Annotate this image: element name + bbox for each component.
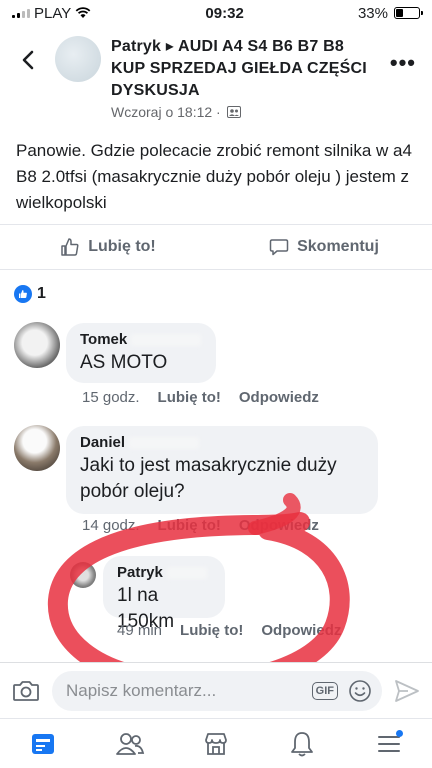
menu-notification-dot [395, 729, 403, 737]
comment-meta: 14 godz. Lubię to! Odpowiedz [82, 517, 319, 534]
gif-button[interactable]: GIF [311, 681, 338, 700]
clock: 09:32 [205, 4, 244, 22]
comment-icon [269, 239, 289, 256]
comment-bubble: Daniel Jaki to jest masakrycznie duży po… [66, 426, 378, 514]
comment-text: AS MOTO [80, 352, 168, 373]
comment-bubble: Patryk 1l na 150km [103, 556, 225, 632]
comment-reply-button[interactable]: Odpowiedz [239, 517, 319, 534]
post-meta: Wczoraj o 18:12 · [111, 104, 241, 120]
reaction-count: 1 [37, 285, 46, 302]
nav-menu[interactable] [369, 724, 409, 764]
comment-composer: Napisz komentarz... GIF [0, 662, 432, 718]
emoji-icon[interactable] [348, 679, 372, 703]
comment-time: 14 godz. [82, 517, 140, 534]
friends-icon [115, 732, 144, 755]
commenter-name[interactable]: Daniel [80, 434, 364, 451]
commenter-name[interactable]: Tomek [80, 331, 202, 348]
post-header: Patryk ▸ AUDI A4 S4 B6 B7 B8 KUP SPRZEDA… [0, 30, 432, 125]
author-avatar[interactable] [55, 36, 101, 82]
nav-friends[interactable] [110, 724, 150, 764]
comment-meta: 49 min Lubię to! Odpowiedz [117, 622, 341, 639]
status-right: 33% [357, 4, 423, 22]
post-body: Panowie. Gdzie polecacie zrobić remont s… [16, 141, 412, 212]
comment-label: Skomentuj [297, 238, 379, 255]
comment-input[interactable]: Napisz komentarz... GIF [52, 670, 382, 711]
comment-meta: 15 godz. Lubię to! Odpowiedz [82, 389, 319, 406]
reaction-summary[interactable]: 1 [14, 285, 46, 303]
comment-bubble: Tomek AS MOTO [66, 323, 216, 383]
signal-icon [12, 8, 30, 18]
post-actions: Lubię to! Skomentuj [0, 224, 432, 270]
thumbs-up-icon [61, 238, 79, 256]
comment-reply-button[interactable]: Odpowiedz [261, 622, 341, 639]
comment-time: 49 min [117, 622, 163, 639]
like-button[interactable]: Lubię to! [0, 225, 216, 269]
commenter-avatar[interactable] [14, 425, 60, 471]
status-left: PLAY [12, 5, 91, 22]
group-privacy-icon [226, 106, 241, 118]
post-title[interactable]: Patryk ▸ AUDI A4 S4 B6 B7 B8 KUP SPRZEDA… [111, 36, 371, 102]
comment-reply-button[interactable]: Odpowiedz [239, 389, 319, 406]
wifi-icon [75, 7, 91, 18]
battery-percent: 33% [357, 4, 388, 22]
carrier-label: PLAY [34, 4, 72, 22]
like-reaction-icon [14, 285, 32, 303]
battery-icon [394, 7, 423, 19]
camera-icon[interactable] [10, 675, 42, 707]
bell-icon [291, 731, 314, 756]
nav-notifications[interactable] [282, 724, 322, 764]
commenter-avatar[interactable] [14, 322, 60, 368]
bottom-navigation [0, 718, 432, 768]
more-options-icon[interactable]: ••• [390, 50, 416, 76]
comment-like-button[interactable]: Lubię to! [158, 389, 221, 406]
comment-like-button[interactable]: Lubię to! [180, 622, 243, 639]
like-label: Lubię to! [88, 238, 156, 255]
comment-like-button[interactable]: Lubię to! [158, 517, 221, 534]
comment-button[interactable]: Skomentuj [216, 225, 432, 269]
marketplace-icon [205, 732, 227, 755]
comment-text: Jaki to jest masakrycznie duży pobór ole… [80, 455, 337, 502]
send-icon[interactable] [392, 676, 422, 706]
post-timestamp: Wczoraj o 18:12 · [111, 104, 221, 120]
commenter-name[interactable]: Patryk [117, 564, 211, 581]
nav-marketplace[interactable] [196, 724, 236, 764]
chevron-left-icon [22, 50, 34, 70]
comment-time: 15 godz. [82, 389, 140, 406]
news-feed-icon [32, 733, 55, 754]
nav-news-feed[interactable] [23, 724, 63, 764]
comment-placeholder: Napisz komentarz... [66, 680, 217, 700]
back-button[interactable] [14, 46, 42, 74]
commenter-avatar[interactable] [70, 562, 96, 588]
status-bar: PLAY 09:32 33% [0, 0, 432, 26]
